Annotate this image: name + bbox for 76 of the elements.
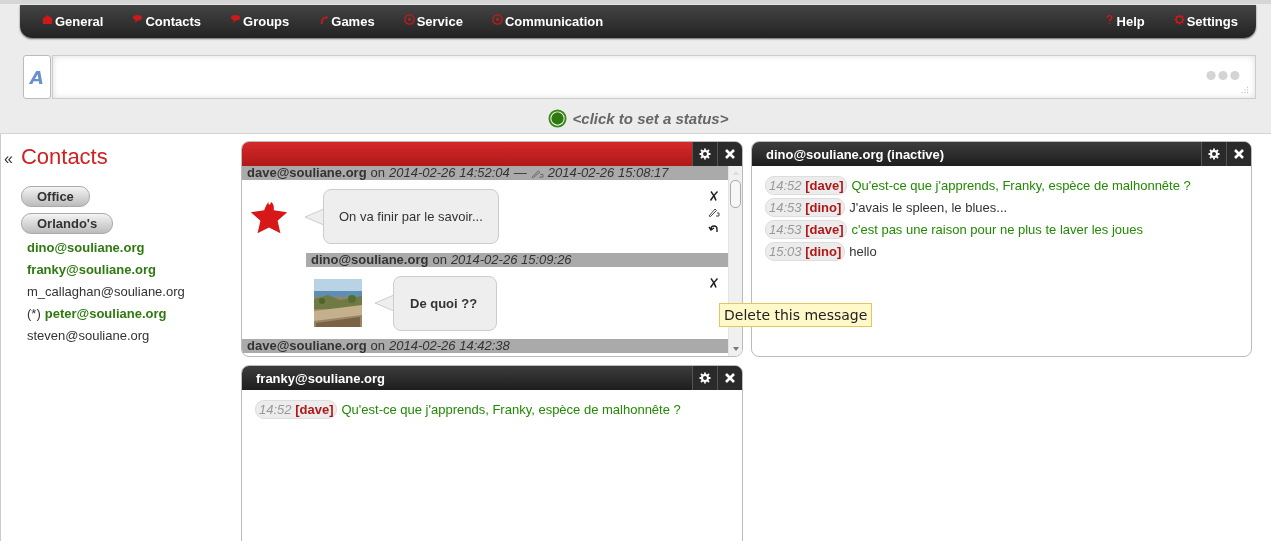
speech-bubble-icon — [230, 13, 242, 25]
message-input-field[interactable] — [52, 55, 1256, 99]
message-author: dave@souliane.org — [247, 166, 367, 180]
contact-item[interactable]: m_callaghan@souliane.org — [27, 284, 185, 299]
settings-button[interactable] — [1201, 142, 1226, 166]
gear-icon — [699, 372, 711, 384]
menu-item[interactable]: Groups — [230, 14, 290, 29]
menu-item[interactable]: Settings — [1173, 14, 1238, 29]
message-stamp: 15:03 [dino] — [765, 242, 846, 261]
message-author: dino@souliane.org — [311, 253, 429, 267]
status-link[interactable]: <click to set a status> — [572, 109, 729, 127]
panel-title: dino@souliane.org (inactive) — [765, 146, 946, 162]
message-stamp: 14:53 [dino] — [765, 198, 846, 217]
tooltip: Delete this message — [719, 303, 873, 327]
gear-icon — [1208, 148, 1220, 160]
delete-icon[interactable] — [708, 277, 720, 289]
group-button[interactable]: Office — [21, 186, 90, 207]
contact-marker: (*) — [27, 306, 41, 321]
scroll-thumb[interactable] — [730, 180, 741, 208]
settings-button[interactable] — [692, 142, 717, 166]
contact-item[interactable]: steven@souliane.org — [27, 328, 150, 343]
curved-arrow-icon — [318, 13, 330, 25]
message-text: Qu'est-ce que j'apprends, Franky, espèce de malhonnête ? — [851, 178, 1191, 193]
settings-button[interactable] — [692, 366, 717, 390]
menu-item[interactable]: Help — [1103, 14, 1145, 29]
group-button[interactable]: Orlando's — [21, 213, 114, 234]
close-icon — [724, 148, 736, 160]
speech-bubble-icon — [132, 13, 144, 25]
message-stamp: 14:52 [dave] — [765, 176, 848, 195]
close-icon — [724, 372, 736, 384]
target-icon — [403, 13, 415, 25]
contacts-title: Contacts — [20, 144, 108, 170]
close-button[interactable] — [717, 142, 742, 166]
menu-item[interactable]: Games — [318, 14, 375, 29]
close-icon — [1233, 148, 1245, 160]
bubble-tail-icon — [374, 293, 394, 313]
message-text: J'avais le spleen, le blues... — [849, 200, 1008, 215]
message-bubble: On va finir par le savoir... — [323, 189, 499, 244]
resize-grip-icon[interactable] — [1240, 85, 1249, 94]
message-date: 2014-02-26 15:08:17 — [547, 166, 669, 180]
status-indicator-icon — [547, 108, 567, 128]
message-date: 2014-02-26 15:09:26 — [450, 253, 572, 267]
home-icon — [42, 13, 53, 25]
contact-item[interactable]: dino@souliane.org — [27, 240, 145, 255]
message-meta: on — [370, 339, 386, 353]
menu-item[interactable]: Contacts — [132, 14, 202, 29]
pencil-icon[interactable] — [708, 206, 720, 218]
message-date: 2014-02-26 14:42:38 — [389, 339, 510, 353]
message-text: c'est pas une raison pour ne plus te laver les joues — [851, 222, 1143, 237]
delete-icon[interactable] — [708, 190, 720, 202]
message-text: hello — [849, 244, 877, 259]
close-button[interactable] — [717, 366, 742, 390]
menu-item[interactable]: Service — [403, 14, 463, 29]
menu-item[interactable]: Communication — [491, 14, 604, 29]
scroll-down-icon[interactable] — [731, 346, 740, 352]
contact-item[interactable]: peter@souliane.org — [44, 306, 167, 321]
contact-item[interactable]: franky@souliane.org — [27, 262, 156, 277]
panel-title: franky@souliane.org — [255, 370, 386, 386]
message-meta: — — [513, 166, 527, 180]
message-text: Qu'est-ce que j'apprends, Franky, espèce de malhonnête ? — [341, 402, 681, 417]
pencil-icon — [530, 168, 544, 178]
collapse-button[interactable]: « — [4, 150, 13, 168]
target-icon — [491, 13, 503, 25]
gear-icon — [699, 148, 711, 160]
message-author: dave@souliane.org — [247, 339, 367, 353]
close-button[interactable] — [1226, 142, 1251, 166]
message-meta: on — [432, 253, 447, 267]
bubble-tail-icon — [304, 206, 324, 227]
message-stamp: 14:52 [dave] — [255, 400, 338, 419]
gear-icon — [1173, 13, 1185, 25]
message-bubble: De quoi ?? — [393, 275, 497, 331]
message-stamp: 14:53 [dave] — [765, 220, 848, 239]
undo-icon[interactable] — [708, 222, 720, 234]
message-meta: on — [370, 166, 386, 180]
menu-item[interactable]: General — [42, 14, 104, 29]
message-date: 2014-02-26 14:52:04 — [389, 166, 510, 180]
